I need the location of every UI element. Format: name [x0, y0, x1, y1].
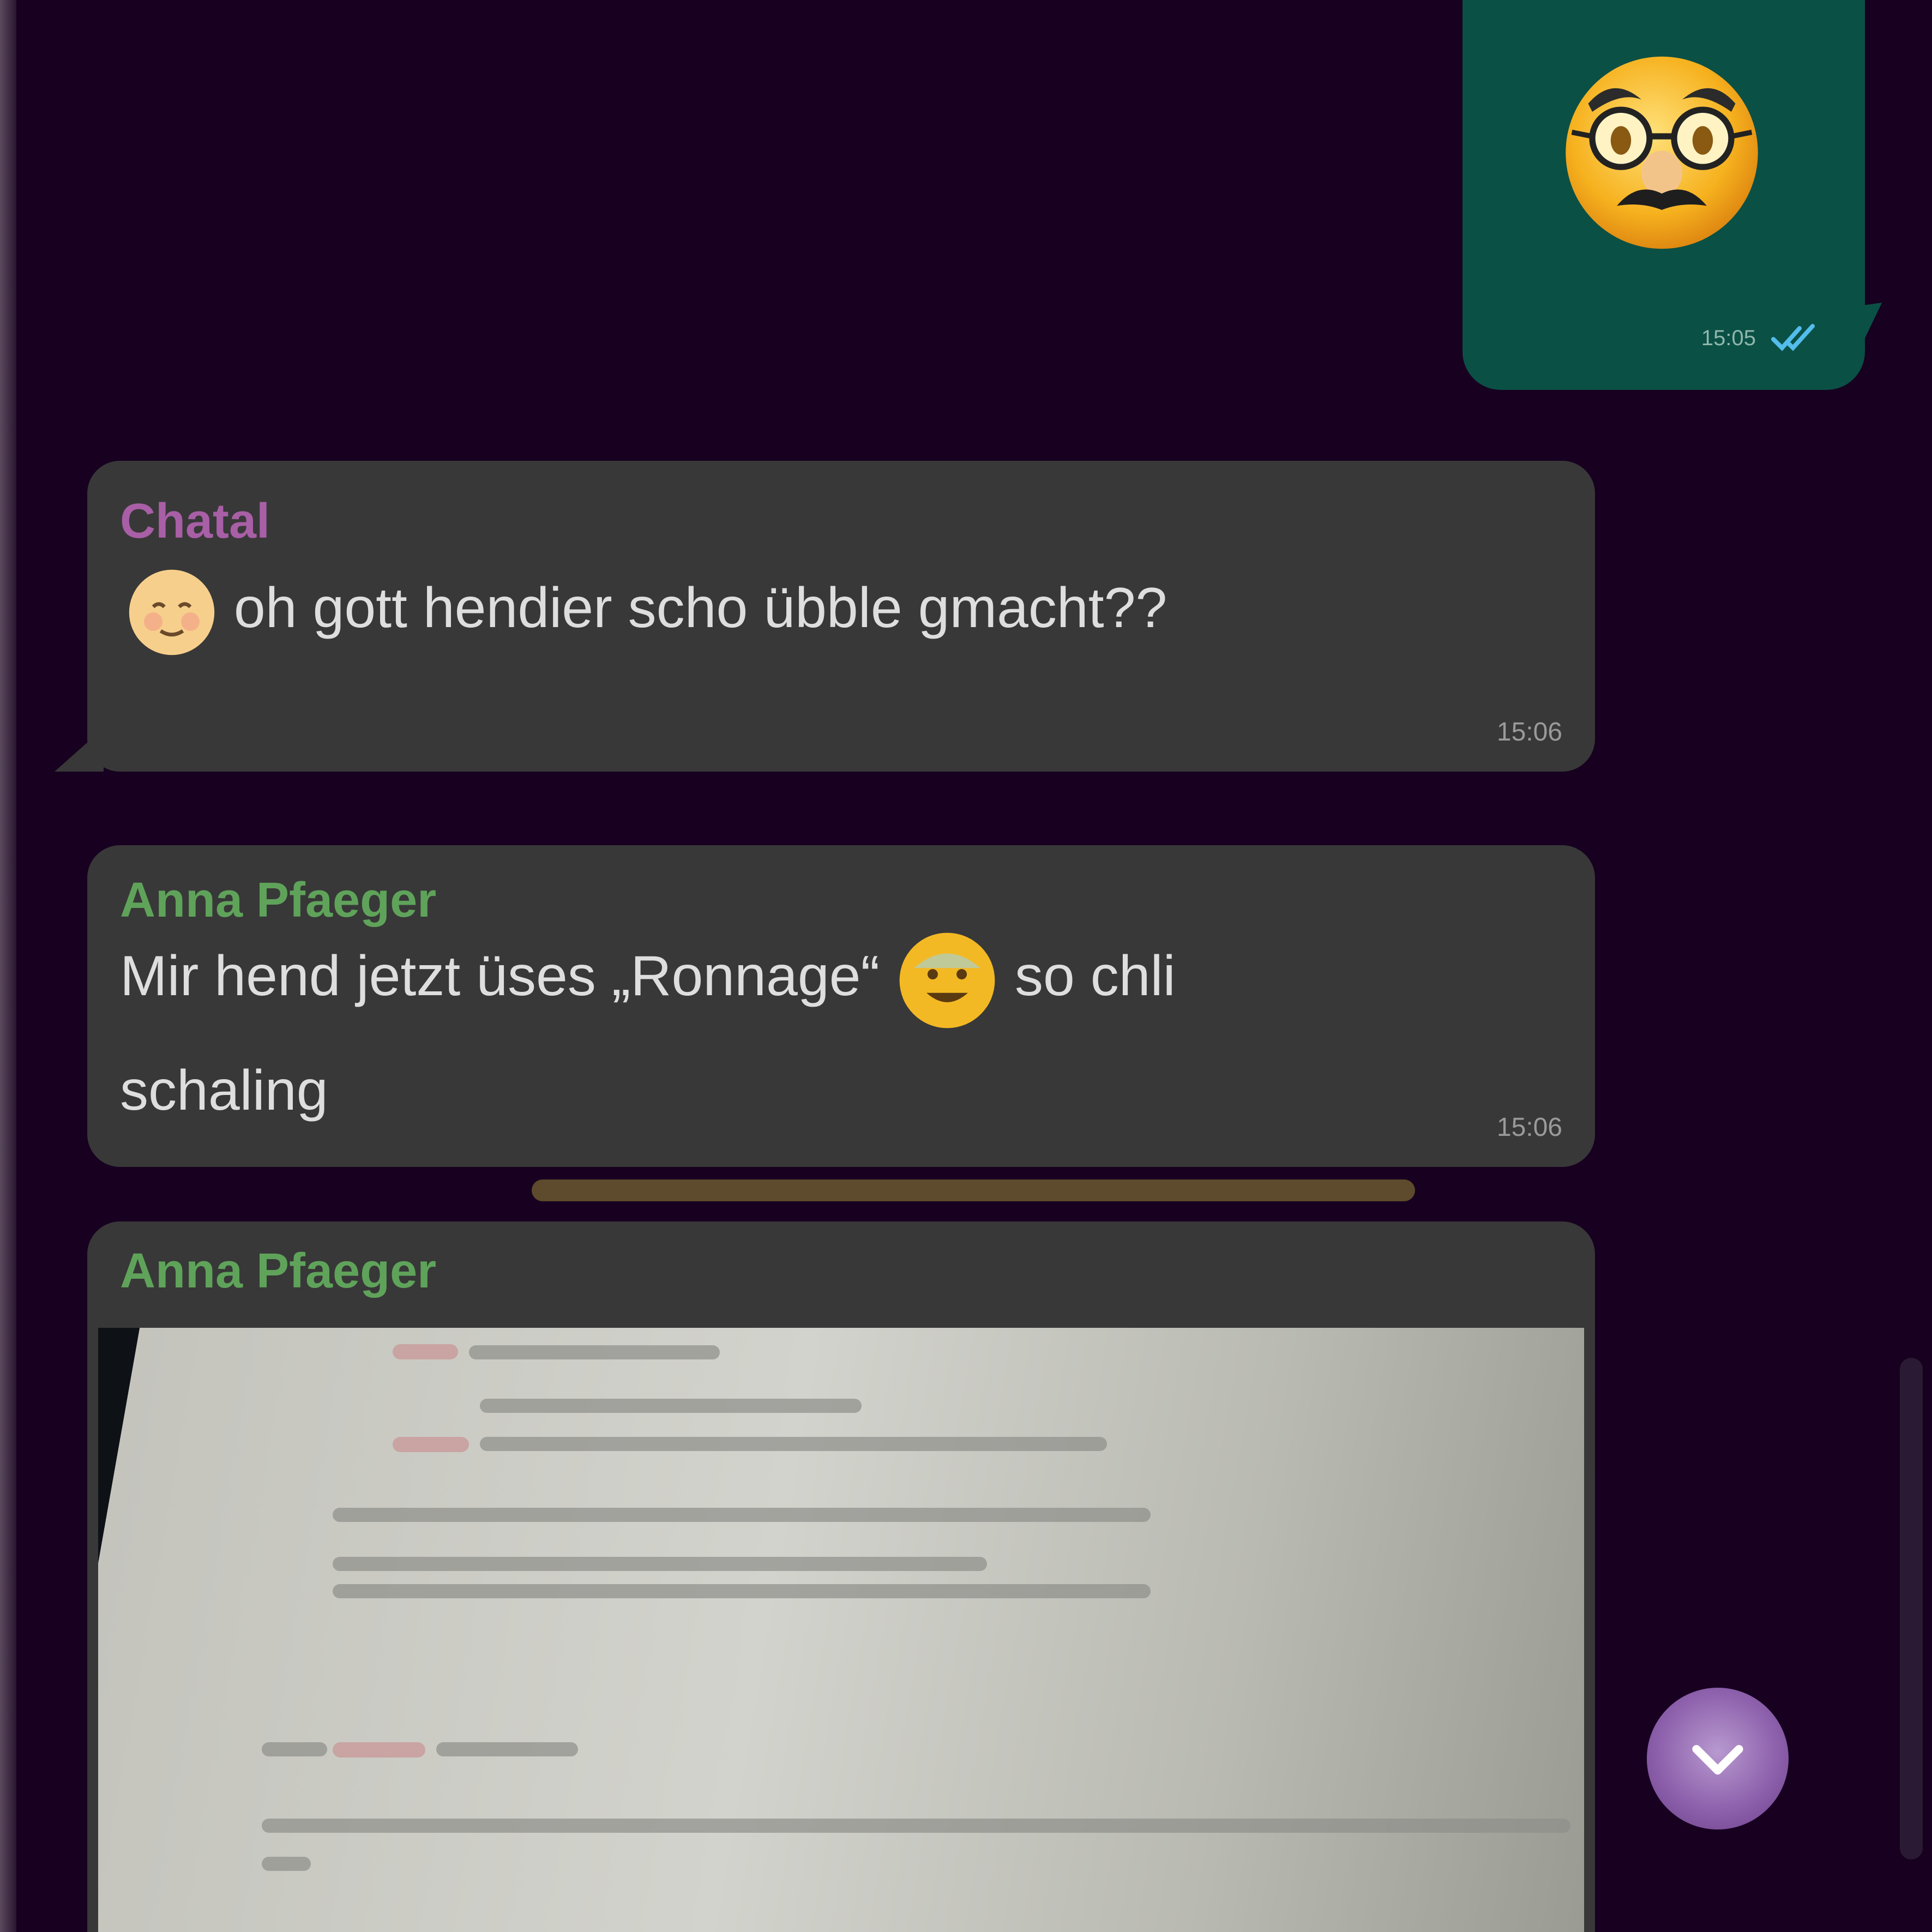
- scroll-down-button[interactable]: [1647, 1688, 1789, 1829]
- incoming-message[interactable]: Anna Pfaeger Mir hend jetzt üses „Ronnag…: [87, 845, 1595, 1167]
- message-text-line: schaling: [120, 1059, 328, 1122]
- sender-name[interactable]: Anna Pfaeger: [120, 872, 436, 929]
- message-time: 15:05: [1701, 326, 1756, 350]
- blushing-face-emoji-icon: [129, 569, 215, 655]
- outgoing-sticker-message[interactable]: 15:05: [1462, 0, 1865, 390]
- message-body: oh gott hendier scho übble gmacht??: [233, 576, 1167, 640]
- scroll-down-icon: [1692, 1745, 1743, 1775]
- photo-detail: [262, 1857, 311, 1871]
- photo-detail: [333, 1508, 1151, 1522]
- photo-detail: [436, 1742, 578, 1756]
- photo-detail: [333, 1742, 425, 1758]
- window-edge: [0, 0, 16, 1932]
- double-check-icon: [1771, 324, 1815, 351]
- message-text: oh gott hendier scho übble gmacht??: [125, 553, 1167, 663]
- message-body-end: so chli: [1014, 944, 1176, 1008]
- photo-detail: [480, 1399, 862, 1413]
- message-time: 15:06: [1496, 718, 1562, 747]
- photo-detail: [333, 1557, 987, 1571]
- incoming-message[interactable]: Chatal oh gott hendier scho übble gmacht…: [55, 461, 1595, 772]
- photo-detail: [333, 1584, 1151, 1598]
- disguised-face-emoji-icon: [1566, 56, 1758, 249]
- message-body: Mir hend jetzt üses „Ronnage“: [120, 944, 880, 1008]
- message-time: 15:06: [1496, 1113, 1562, 1142]
- grinning-face-emoji-icon: [899, 932, 995, 1028]
- message-text-line: Mir hend jetzt üses „Ronnage“ so chli: [120, 922, 1176, 1032]
- photo-detail: [262, 1819, 1570, 1833]
- incoming-photo-message[interactable]: Anna Pfaeger: [87, 1221, 1595, 1932]
- photo-detail: [393, 1344, 458, 1359]
- bubble-tail: [55, 728, 104, 772]
- scrollbar[interactable]: [1900, 1358, 1923, 1859]
- chat-screen: 15:05 Chatal oh gott hendier scho übble …: [0, 0, 1932, 1932]
- photo-attachment[interactable]: [98, 1328, 1584, 1932]
- sender-name[interactable]: Chatal: [120, 493, 270, 550]
- sender-name[interactable]: Anna Pfaeger: [120, 1243, 436, 1299]
- unread-divider: [532, 1179, 1415, 1201]
- photo-detail: [393, 1437, 469, 1452]
- photo-detail: [469, 1345, 720, 1359]
- photo-detail: [480, 1437, 1107, 1451]
- photo-detail: [262, 1742, 327, 1756]
- outgoing-message-meta: 15:05: [1570, 322, 1821, 354]
